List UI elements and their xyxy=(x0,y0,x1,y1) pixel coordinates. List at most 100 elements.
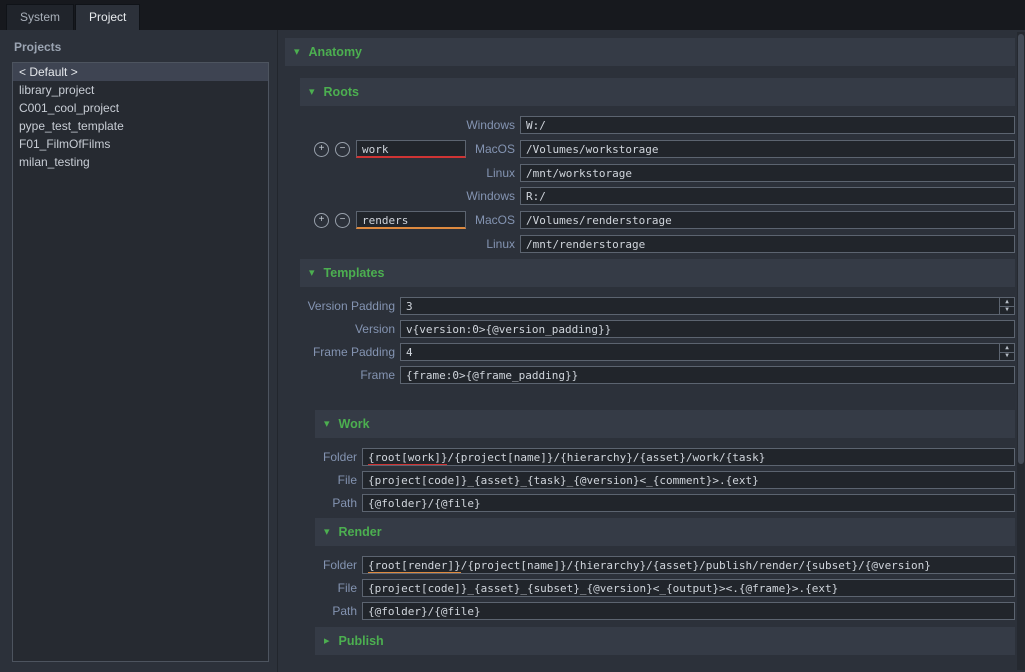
root-key-cell: + − work MacOS xyxy=(300,139,515,159)
root-key-row: + − work MacOS /Volumes/workstorage xyxy=(300,139,1015,159)
folder-label: Folder xyxy=(315,450,357,464)
roots-section-header[interactable]: ▾ Roots xyxy=(300,78,1015,106)
remove-root-button[interactable]: − xyxy=(335,142,350,157)
root-key-cell: + − renders MacOS xyxy=(300,210,515,230)
file-label: File xyxy=(315,473,357,487)
chevron-down-icon: ▾ xyxy=(309,268,315,279)
tab-project[interactable]: Project xyxy=(75,4,140,30)
frame-input[interactable]: {frame:0>{@frame_padding}} xyxy=(400,366,1015,384)
work-path-input[interactable]: {@folder}/{@file} xyxy=(362,494,1015,512)
work-file-row: File {project[code]}_{asset}_{task}_{@ve… xyxy=(315,471,1015,489)
root-renders-linux-input[interactable]: /mnt/renderstorage xyxy=(520,235,1015,253)
chevron-down-icon: ▾ xyxy=(294,47,300,58)
render-folder-input[interactable]: {root[render]}/{project[name]}/{hierarch… xyxy=(362,556,1015,574)
render-path-input[interactable]: {@folder}/{@file} xyxy=(362,602,1015,620)
platform-label-linux: Linux xyxy=(300,237,515,251)
spin-up-icon[interactable]: ▲ xyxy=(1000,344,1014,353)
templates-section-header[interactable]: ▾ Templates xyxy=(300,259,1015,287)
chevron-down-icon: ▾ xyxy=(324,419,330,430)
version-row: Version v{version:0>{@version_padding}} xyxy=(300,320,1015,338)
folder-label: Folder xyxy=(315,558,357,572)
publish-section-header[interactable]: ▸ Publish xyxy=(315,627,1015,655)
render-section-header[interactable]: ▾ Render xyxy=(315,518,1015,546)
work-section-title: Work xyxy=(339,417,370,431)
window-content: Projects < Default > library_project C00… xyxy=(0,30,1025,672)
work-section-header[interactable]: ▾ Work xyxy=(315,410,1015,438)
frame-label: Frame xyxy=(300,368,395,382)
publish-section-title: Publish xyxy=(339,634,384,648)
root-windows-row: Windows R:/ xyxy=(300,187,1015,205)
root-work-macos-input[interactable]: /Volumes/workstorage xyxy=(520,140,1015,158)
work-file-input[interactable]: {project[code]}_{asset}_{task}_{@version… xyxy=(362,471,1015,489)
chevron-down-icon: ▾ xyxy=(324,527,330,538)
project-item-default[interactable]: < Default > xyxy=(13,63,268,81)
chevron-right-icon: ▸ xyxy=(324,636,330,647)
spin-up-icon[interactable]: ▲ xyxy=(1000,298,1014,307)
frame-padding-input[interactable]: 4 ▲ ▼ xyxy=(400,343,1015,361)
project-item[interactable]: milan_testing xyxy=(13,153,268,171)
root-linux-row: Linux /mnt/renderstorage xyxy=(300,235,1015,253)
projects-panel: Projects < Default > library_project C00… xyxy=(0,30,278,672)
root-token: {root[render]} xyxy=(368,559,461,574)
platform-label-macos: MacOS xyxy=(475,142,515,156)
root-renders-windows-input[interactable]: R:/ xyxy=(520,187,1015,205)
root-token: {root[work]} xyxy=(368,451,447,466)
frame-row: Frame {frame:0>{@frame_padding}} xyxy=(300,366,1015,384)
render-file-row: File {project[code]}_{asset}_{subset}_{@… xyxy=(315,579,1015,597)
render-section-title: Render xyxy=(339,525,382,539)
anatomy-section-header[interactable]: ▾ Anatomy xyxy=(285,38,1015,66)
add-root-button[interactable]: + xyxy=(314,213,329,228)
platform-label-windows: Windows xyxy=(300,189,515,203)
root-work-linux-input[interactable]: /mnt/workstorage xyxy=(520,164,1015,182)
render-file-input[interactable]: {project[code]}_{asset}_{subset}_{@versi… xyxy=(362,579,1015,597)
version-padding-input[interactable]: 3 ▲ ▼ xyxy=(400,297,1015,315)
frame-padding-row: Frame Padding 4 ▲ ▼ xyxy=(300,343,1015,361)
add-root-button[interactable]: + xyxy=(314,142,329,157)
settings-panel: ▾ Anatomy ▾ Roots Windows W:/ + − work M… xyxy=(278,30,1025,672)
work-folder-input[interactable]: {root[work]}/{project[name]}/{hierarchy}… xyxy=(362,448,1015,466)
frame-padding-value: 4 xyxy=(406,346,413,359)
platform-label-windows: Windows xyxy=(300,118,515,132)
file-label: File xyxy=(315,581,357,595)
spinner-buttons[interactable]: ▲ ▼ xyxy=(999,344,1014,360)
project-item[interactable]: library_project xyxy=(13,81,268,99)
root-key-input[interactable]: renders xyxy=(356,211,466,229)
tab-bar: System Project xyxy=(0,0,1025,30)
root-linux-row: Linux /mnt/workstorage xyxy=(300,164,1015,182)
render-path-row: Path {@folder}/{@file} xyxy=(315,602,1015,620)
render-folder-row: Folder {root[render]}/{project[name]}/{h… xyxy=(315,556,1015,574)
project-item[interactable]: F01_FilmOfFilms xyxy=(13,135,268,153)
roots-section-title: Roots xyxy=(324,85,359,99)
version-label: Version xyxy=(300,322,395,336)
root-key-input[interactable]: work xyxy=(356,140,466,158)
project-item[interactable]: pype_test_template xyxy=(13,117,268,135)
chevron-down-icon: ▾ xyxy=(309,87,315,98)
spin-down-icon[interactable]: ▼ xyxy=(1000,307,1014,315)
remove-root-button[interactable]: − xyxy=(335,213,350,228)
project-item[interactable]: C001_cool_project xyxy=(13,99,268,117)
frame-padding-label: Frame Padding xyxy=(300,345,395,359)
root-renders-macos-input[interactable]: /Volumes/renderstorage xyxy=(520,211,1015,229)
tab-system[interactable]: System xyxy=(6,4,74,30)
root-key-row: + − renders MacOS /Volumes/renderstorage xyxy=(300,210,1015,230)
scrollbar-thumb[interactable] xyxy=(1018,34,1024,464)
work-path-row: Path {@folder}/{@file} xyxy=(315,494,1015,512)
platform-label-linux: Linux xyxy=(300,166,515,180)
path-label: Path xyxy=(315,496,357,510)
work-folder-row: Folder {root[work]}/{project[name]}/{hie… xyxy=(315,448,1015,466)
platform-label-macos: MacOS xyxy=(475,213,515,227)
path-label: Path xyxy=(315,604,357,618)
folder-template-rest: /{project[name]}/{hierarchy}/{asset}/wor… xyxy=(447,451,765,464)
version-input[interactable]: v{version:0>{@version_padding}} xyxy=(400,320,1015,338)
spin-down-icon[interactable]: ▼ xyxy=(1000,353,1014,361)
anatomy-section-title: Anatomy xyxy=(309,45,362,59)
version-padding-value: 3 xyxy=(406,300,413,313)
root-work-windows-input[interactable]: W:/ xyxy=(520,116,1015,134)
projects-panel-title: Projects xyxy=(14,40,269,54)
templates-section-title: Templates xyxy=(324,266,385,280)
root-windows-row: Windows W:/ xyxy=(300,116,1015,134)
project-list: < Default > library_project C001_cool_pr… xyxy=(12,62,269,662)
scrollbar[interactable] xyxy=(1017,32,1025,670)
spinner-buttons[interactable]: ▲ ▼ xyxy=(999,298,1014,314)
version-padding-label: Version Padding xyxy=(300,299,395,313)
